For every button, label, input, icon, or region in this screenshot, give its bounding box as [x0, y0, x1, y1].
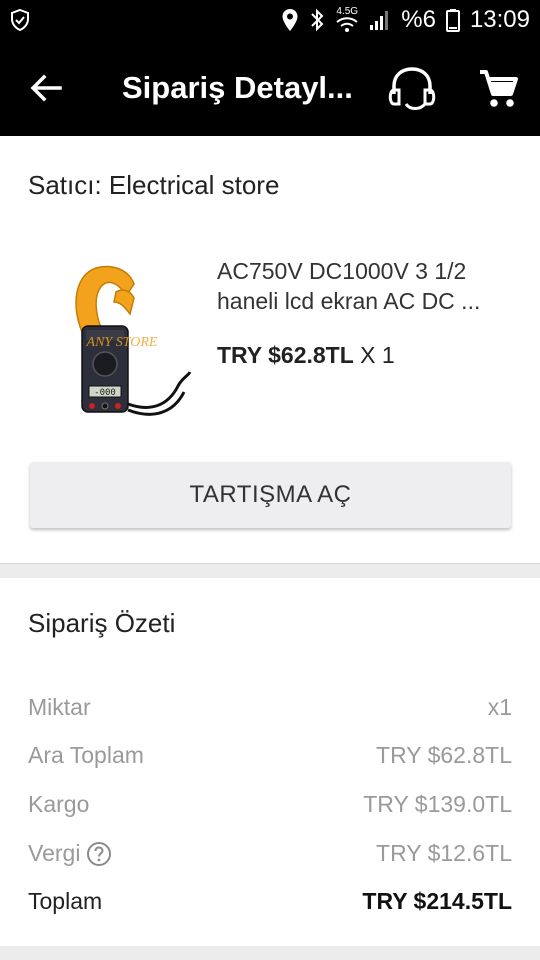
summary-label: Vergi	[28, 840, 81, 866]
network-type: 4.5G	[336, 6, 359, 17]
product-title-line1: AC750V DC1000V 3 1/2	[217, 258, 467, 284]
product-title[interactable]: AC750V DC1000V 3 1/2 haneli lcd ekran AC…	[217, 256, 517, 316]
summary-row-shipping: Kargo TRY $139.0TL	[28, 791, 512, 823]
signal-icon	[370, 11, 389, 30]
summary-row-quantity: Miktar x1	[28, 694, 512, 726]
location-icon	[282, 9, 298, 31]
summary-label: Miktar	[28, 694, 91, 720]
status-bar: 4.5G %6 13:09	[0, 0, 540, 40]
seller-label[interactable]: Satıcı: Electrical store	[28, 170, 279, 201]
product-image[interactable]: -000 ANY STORE	[50, 254, 198, 416]
summary-value: x1	[487, 694, 512, 720]
shopping-cart-icon[interactable]	[476, 66, 520, 110]
shield-notification-icon	[11, 8, 29, 32]
summary-title: Sipariş Özeti	[28, 608, 176, 638]
help-icon[interactable]	[86, 841, 112, 867]
summary-row-tax: Vergi TRY $12.6TL	[28, 840, 512, 872]
headset-support-icon[interactable]	[386, 64, 438, 112]
product-quantity: X 1	[360, 342, 395, 368]
clock: 13:09	[469, 6, 530, 33]
bluetooth-icon	[311, 8, 324, 32]
summary-value: TRY $62.8TL	[376, 742, 512, 768]
order-summary-card: Sipariş Özeti Miktar x1 Ara Toplam TRY $…	[0, 578, 540, 946]
battery-percent: %6	[401, 6, 436, 33]
back-arrow-icon[interactable]	[26, 68, 66, 108]
summary-label: Toplam	[28, 888, 103, 914]
app-bar: Sipariş Detayl...	[0, 40, 540, 136]
summary-value: TRY $139.0TL	[363, 791, 512, 817]
svg-text:-000: -000	[94, 388, 116, 398]
summary-value: TRY $12.6TL	[376, 840, 512, 866]
order-item-card: Satıcı: Electrical store -000 ANY STORE …	[0, 136, 540, 564]
summary-value: TRY $214.5TL	[362, 888, 512, 914]
open-dispute-button[interactable]: TARTIŞMA AÇ	[30, 462, 511, 528]
product-price: TRY $62.8TL	[217, 342, 354, 368]
page-title: Sipariş Detayl...	[122, 70, 353, 105]
summary-label: Ara Toplam	[28, 742, 144, 768]
summary-label: Kargo	[28, 791, 90, 817]
product-title-line2: haneli lcd ekran AC DC ...	[217, 288, 481, 314]
price-quantity: TRY $62.8TL X 1	[217, 342, 395, 369]
summary-row-total: Toplam TRY $214.5TL	[28, 888, 512, 920]
svg-text:ANY STORE: ANY STORE	[86, 335, 158, 350]
wifi-icon	[336, 17, 358, 32]
battery-icon	[445, 9, 460, 32]
summary-row-subtotal: Ara Toplam TRY $62.8TL	[28, 742, 512, 774]
